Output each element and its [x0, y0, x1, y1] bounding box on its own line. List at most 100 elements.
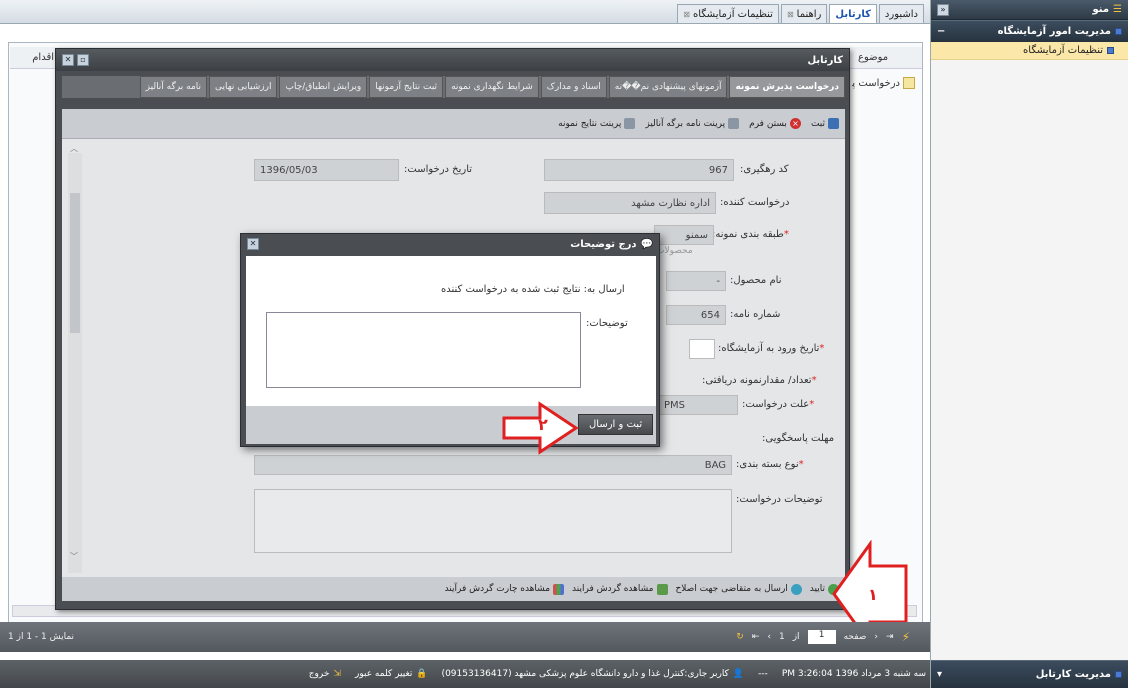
lock-icon: 🔒: [416, 669, 428, 679]
comment-textarea[interactable]: [266, 312, 581, 388]
menu-header[interactable]: ☰ منو «: [931, 0, 1128, 20]
dialog-title-bar[interactable]: 💬 درج توضیحات ✕: [241, 234, 659, 254]
modal-title: کارتابل: [807, 54, 843, 66]
tab-dashboard[interactable]: داشبورد: [878, 4, 924, 23]
close-icon[interactable]: ✕: [247, 238, 259, 250]
arrow-annotation-1: [832, 540, 908, 624]
change-password-button[interactable]: 🔒 تغییر کلمه عبور: [355, 669, 428, 679]
return-icon: [790, 583, 802, 595]
close-icon[interactable]: ✕: [62, 54, 74, 66]
view-chart-label: مشاهده چارت گردش فرآیند: [444, 584, 551, 594]
logout-label: خروج: [308, 669, 330, 679]
first-page-icon[interactable]: ⇤: [752, 632, 760, 642]
last-page-icon[interactable]: ⇥: [886, 632, 894, 642]
requester-label: درخواست کننده:: [720, 197, 790, 208]
send-to-text: ارسال به: نتایج ثبت شده به درخواست کننده: [441, 284, 625, 295]
tracking-field[interactable]: 967: [544, 159, 734, 181]
tab-edit-print[interactable]: ویرایش انطباق/چاپ: [279, 76, 368, 98]
entry-date-field[interactable]: [689, 339, 715, 359]
required-mark: *: [809, 399, 815, 410]
required-mark: *: [819, 343, 825, 354]
scroll-up-icon[interactable]: ︿: [70, 143, 78, 154]
column-action[interactable]: اقدام: [14, 52, 54, 63]
grid-row-text[interactable]: درخواست پذیر: [852, 78, 900, 89]
collapse-icon[interactable]: «: [937, 3, 949, 16]
tab-help[interactable]: راهنما ⊠: [780, 4, 828, 23]
tab-storage-conditions[interactable]: شرایط نگهداری نمونه: [445, 76, 539, 98]
product-field[interactable]: -: [666, 271, 726, 291]
requester-field[interactable]: اداره نظارت مشهد: [544, 192, 716, 214]
reason-label: علت درخواست:: [742, 399, 810, 410]
toggle-icon[interactable]: ▾: [937, 669, 942, 680]
page-input[interactable]: 1: [807, 630, 836, 644]
tab-lab-settings[interactable]: تنظیمات آزمایشگاه ⊠: [677, 4, 779, 23]
section-lab-affairs[interactable]: مدیریت امور آزمایشگاه −: [931, 20, 1128, 42]
sidebar-item-lab-settings[interactable]: تنظیمات آزمایشگاه: [931, 42, 1128, 60]
bullet-icon: [1115, 671, 1122, 678]
scroll-down-icon[interactable]: ﹀: [70, 551, 78, 562]
user-icon: 👤: [732, 669, 745, 679]
save-label: ثبت: [810, 118, 825, 129]
request-desc-field[interactable]: [254, 489, 732, 553]
section-cartable-label: مدیریت کارتابل: [1035, 669, 1111, 680]
logout-icon: ⇲: [333, 669, 341, 679]
section-lab-affairs-label: مدیریت امور آزمایشگاه: [997, 26, 1111, 37]
send-back-button[interactable]: ارسال به متقاضی جهت اصلاح: [676, 583, 802, 595]
print-results-label: پرینت نتایج نمونه: [558, 118, 622, 129]
current-user: کاربر جاری:کنترل غذا و دارو دانشگاه علوم…: [441, 669, 729, 679]
view-flow-button[interactable]: مشاهده گردش فرایند: [572, 583, 668, 595]
required-mark: *: [811, 375, 817, 386]
tab-analysis-letter[interactable]: نامه برگه آنالیز: [139, 76, 208, 98]
product-label: نام محصول:: [730, 275, 782, 286]
print-results-button[interactable]: پرینت نتایج نمونه: [558, 118, 636, 129]
submit-send-button[interactable]: ثبت و ارسال: [578, 414, 654, 435]
change-password-label: تغییر کلمه عبور: [354, 669, 413, 679]
letter-field[interactable]: 654: [666, 305, 726, 325]
required-mark: *: [798, 459, 804, 470]
close-icon: ×: [789, 118, 801, 129]
category-field[interactable]: سمنو: [654, 225, 714, 245]
dialog-title: درج توضیحات: [570, 238, 637, 250]
request-date-field[interactable]: 1396/05/03: [254, 159, 399, 181]
tab-cartable[interactable]: کارتابل: [829, 4, 877, 23]
package-field[interactable]: BAG: [254, 455, 732, 475]
page-label: صفحه: [843, 632, 867, 642]
prev-page-icon[interactable]: ›: [767, 632, 771, 642]
letter-label: شماره نامه:: [730, 309, 781, 320]
tab-documents[interactable]: اسناد و مدارک: [540, 76, 607, 98]
pager-bar: ⚡ ⇥ ‹ صفحه 1 از 1 › ⇤ ↻ نمایش 1 - 1 از 1: [0, 622, 930, 652]
print-analysis-button[interactable]: پرینت نامه برگه آنالیز: [645, 118, 740, 129]
logout-button[interactable]: ⇲ خروج: [309, 669, 341, 679]
print-icon: [728, 118, 740, 129]
tab-suggested-tests[interactable]: آزمونهای پیشنهادی نم��نه: [608, 76, 728, 98]
close-form-button[interactable]: × بستن فرم: [749, 118, 801, 129]
refresh-icon[interactable]: ↻: [736, 632, 744, 642]
close-icon[interactable]: ⊠: [683, 10, 690, 19]
reason-field[interactable]: PMS: [658, 395, 738, 415]
save-icon: [828, 118, 839, 129]
close-icon[interactable]: ⊠: [787, 10, 794, 19]
restore-icon[interactable]: ▫: [77, 54, 89, 66]
section-cartable-management[interactable]: مدیریت کارتابل ▾: [931, 660, 1128, 688]
menu-title: منو: [1092, 4, 1110, 15]
count-label: تعداد/ مقدارنمونه دریافتی:: [702, 375, 812, 386]
scroll-thumb[interactable]: [70, 193, 80, 333]
toggle-icon[interactable]: −: [937, 26, 945, 37]
vertical-scrollbar[interactable]: [68, 153, 82, 573]
document-icon[interactable]: [903, 77, 915, 89]
tab-request-acceptance[interactable]: درخواست پذیرش نمونه: [729, 76, 845, 98]
lightning-icon[interactable]: ⚡: [902, 630, 910, 644]
view-chart-button[interactable]: مشاهده چارت گردش فرآیند: [444, 583, 565, 595]
chart-icon: [553, 583, 565, 595]
modal-tabs: درخواست پذیرش نمونه آزمونهای پیشنهادی نم…: [62, 76, 845, 98]
modal-toolbar: ثبت × بستن فرم پرینت نامه برگه آنالیز پری…: [62, 109, 845, 139]
next-page-icon[interactable]: ‹: [874, 632, 878, 642]
column-subject[interactable]: موضوع: [858, 52, 888, 63]
save-button[interactable]: ثبت: [811, 118, 839, 129]
modal-title-bar[interactable]: کارتابل ▫ ✕: [56, 49, 849, 71]
bullet-icon: [1115, 28, 1122, 35]
tab-test-results[interactable]: ثبت نتایج آزمونها: [369, 76, 444, 98]
tab-final-evaluation[interactable]: ارزشیابی نهایی: [209, 76, 278, 98]
display-count: نمایش 1 - 1 از 1: [8, 632, 75, 642]
refresh-icon: [656, 583, 668, 595]
